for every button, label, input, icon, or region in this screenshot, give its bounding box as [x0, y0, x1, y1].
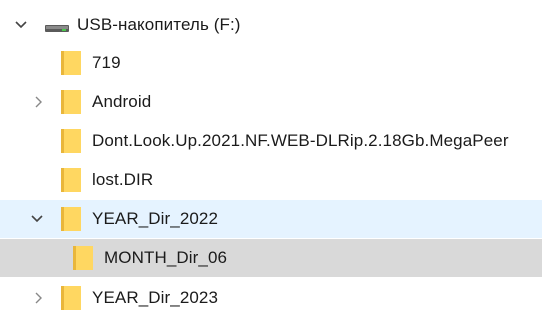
tree-item-dont-look-up[interactable]: Dont.Look.Up.2021.NF.WEB-DLRip.2.18Gb.Me… [0, 122, 542, 160]
tree-item-719[interactable]: 719 [0, 44, 542, 82]
folder-icon [60, 50, 82, 76]
tree-item-label: Dont.Look.Up.2021.NF.WEB-DLRip.2.18Gb.Me… [92, 131, 509, 150]
tree-item-usb-drive[interactable]: USB-накопитель (F:) [0, 6, 542, 44]
chevron-right-icon[interactable] [30, 93, 48, 111]
folder-icon [72, 245, 94, 271]
tree-item-label: 719 [92, 53, 121, 72]
folder-icon [60, 89, 82, 115]
folder-icon [60, 206, 82, 232]
usb-drive-icon [44, 19, 70, 35]
folder-icon [60, 128, 82, 154]
chevron-down-icon[interactable] [12, 16, 30, 34]
tree-item-lost-dir[interactable]: lost.DIR [0, 161, 542, 199]
tree-item-label: USB-накопитель (F:) [77, 15, 241, 34]
tree-item-label: YEAR_Dir_2023 [92, 288, 219, 307]
folder-icon [60, 285, 82, 311]
tree-item-year-dir-2023[interactable]: YEAR_Dir_2023 [0, 279, 542, 317]
tree-item-month-dir-06[interactable]: MONTH_Dir_06 [0, 239, 542, 277]
folder-icon [60, 167, 82, 193]
navigation-tree: USB-накопитель (F:) 719 Android Dont.Loo… [0, 0, 542, 322]
tree-item-year-dir-2022[interactable]: YEAR_Dir_2022 [0, 200, 542, 238]
chevron-right-icon[interactable] [30, 289, 48, 307]
tree-item-label: MONTH_Dir_06 [104, 248, 228, 267]
tree-item-label: YEAR_Dir_2022 [92, 209, 219, 228]
tree-item-label: Android [92, 92, 152, 111]
tree-item-label: lost.DIR [92, 170, 154, 189]
tree-item-android[interactable]: Android [0, 83, 542, 121]
chevron-down-icon[interactable] [28, 210, 46, 228]
